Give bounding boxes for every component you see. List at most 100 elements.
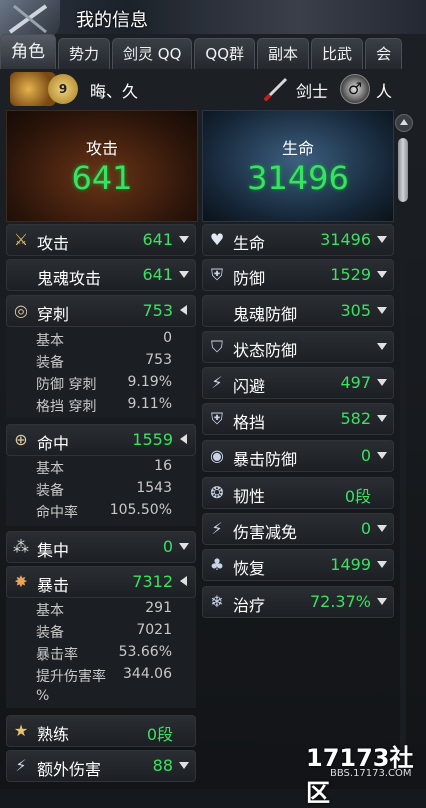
stat-row-damage-reduce[interactable]: ⚡ 伤害减免 0 [202,513,394,545]
detail-value: 53.66% [118,644,172,660]
stat-row-pierce[interactable]: ◎ 穿刺 753 [6,295,196,327]
detail-label: 装备 [36,483,64,499]
expand-arrow-icon[interactable] [179,236,189,243]
dodge-icon: ⚡ [211,373,223,392]
collapse-arrow-icon[interactable] [180,305,187,315]
target-icon: ◎ [14,301,28,320]
stat-row-ghost-attack[interactable]: 鬼魂攻击 641 [6,259,196,291]
title-bar[interactable]: 我的信息 [0,0,426,40]
stat-label: 生命 [233,234,266,253]
detail-value: 1543 [136,480,172,496]
expand-arrow-icon[interactable] [377,379,387,386]
detail-value: 9.19% [127,374,172,390]
stat-value: 641 [142,230,173,249]
stat-label: 命中 [37,434,70,453]
expand-arrow-icon[interactable] [377,452,387,459]
tab-faction[interactable]: 势力 [58,38,111,69]
detail-label: 提升伤害率 [36,669,106,685]
status-shield-icon: ⛉ [210,337,223,356]
character-header: 9 晦、久 剑士 ♂ 人 [6,70,420,108]
sparkle-icon: ❄ [210,592,224,611]
detail-value: 9.11% [127,396,172,412]
detail-value: 291 [145,600,172,616]
tab-qq-group[interactable]: QQ群 [194,38,256,69]
stat-row-attack[interactable]: ⚔ 攻击 641 [6,224,196,256]
scroll-up-button[interactable] [395,114,413,132]
expand-arrow-icon[interactable] [377,561,387,568]
player-class: 剑士 [296,82,329,101]
stat-value: 0 [162,537,173,556]
detail-row: 基本 0 [36,330,172,349]
expand-arrow-icon[interactable] [377,271,387,278]
tab-blade-qq[interactable]: 剑灵 QQ [112,38,193,69]
detail-value: 0 [163,330,172,346]
stat-value: 7312 [132,572,173,591]
stat-label: 恢复 [233,559,266,578]
tab-duel[interactable]: 比武 [311,38,364,69]
expand-arrow-icon[interactable] [377,236,387,243]
tab-dungeon[interactable]: 副本 [257,38,310,69]
expand-arrow-icon[interactable] [179,271,189,278]
expand-arrow-icon[interactable] [377,415,387,422]
detail-row: 基本 291 [36,600,172,619]
block-shield-icon: ⛨ [210,409,223,428]
tab-more[interactable]: 会 [365,38,403,69]
stat-value: 88 [152,756,173,775]
detail-label: 暴击率 [36,647,78,663]
sprout-icon: ♣ [209,555,225,574]
expand-arrow-icon[interactable] [377,307,387,314]
watermark-url: BBS.17173.COM [330,768,412,779]
stat-row-focus[interactable]: ⁂ 集中 0 [6,531,196,563]
stat-value: 1559 [132,430,173,449]
stat-value: 0 [360,519,371,538]
stat-label: 鬼魂防御 [233,305,298,324]
expand-arrow-icon[interactable] [179,543,189,550]
stat-row-extra-damage[interactable]: ⚡ 额外伤害 88 [6,750,196,782]
detail-label: 基本 [36,461,64,477]
scrollbar-track[interactable] [400,210,406,770]
stat-row-recovery[interactable]: ♣ 恢复 1499 [202,549,394,581]
stat-value: 0段 [146,725,173,744]
stat-row-accuracy[interactable]: ⊕ 命中 1559 [6,424,196,456]
stat-label: 伤害减免 [233,523,298,542]
tab-character[interactable]: 角色 [0,34,56,69]
stat-label: 暴击 [37,576,70,595]
level-badge: 9 [48,74,78,104]
collapse-arrow-icon[interactable] [180,434,187,444]
stat-row-healing[interactable]: ❄ 治疗 72.37% [202,586,394,618]
expand-arrow-icon[interactable] [377,598,387,605]
expand-arrow-icon[interactable] [377,343,387,350]
player-name: 晦、久 [90,82,139,101]
detail-value: 753 [145,352,172,368]
stat-label: 额外伤害 [37,760,102,779]
stat-row-crit-defense[interactable]: ◉ 暴击防御 0 [202,440,394,472]
crosshair-icon: ⊕ [14,430,28,449]
sword-class-icon [263,77,288,102]
life-summary-value: 31496 [247,159,349,197]
stat-row-evasion[interactable]: ⚡ 闪避 497 [202,367,394,399]
stat-row-status-defense[interactable]: ⛉ 状态防御 [202,331,394,363]
stat-row-mastery[interactable]: ★ 熟练 0段 [6,715,196,747]
detail-row: 暴击率 53.66% [36,644,172,663]
stat-value: 305 [340,301,371,320]
stat-label: 鬼魂攻击 [37,269,102,288]
player-race: 人 [376,82,393,101]
stat-value: 31496 [320,230,371,249]
ring-shield-icon: ◉ [210,446,224,465]
detail-row: 基本 16 [36,458,172,477]
detail-label: 防御 穿刺 [36,377,97,393]
stat-row-toughness[interactable]: ❂ 韧性 0段 [202,477,394,509]
expand-arrow-icon[interactable] [179,762,189,769]
stat-row-block[interactable]: ⛨ 格挡 582 [202,403,394,435]
stat-row-crit[interactable]: ✸ 暴击 7312 [6,566,196,598]
tab-bar: 角色 势力 剑灵 QQ QQ群 副本 比武 会 [0,34,426,69]
collapse-arrow-icon[interactable] [180,576,187,586]
detail-row: 装备 1543 [36,480,172,499]
scrollbar-thumb[interactable] [398,138,408,202]
detail-row: 命中率 105.50% [36,502,172,521]
stat-row-defense[interactable]: ⛨ 防御 1529 [202,259,394,291]
stat-row-life[interactable]: ♥ 生命 31496 [202,224,394,256]
expand-arrow-icon[interactable] [377,525,387,532]
swirl-icon: ❂ [210,483,224,502]
stat-row-ghost-defense[interactable]: 鬼魂防御 305 [202,295,394,327]
